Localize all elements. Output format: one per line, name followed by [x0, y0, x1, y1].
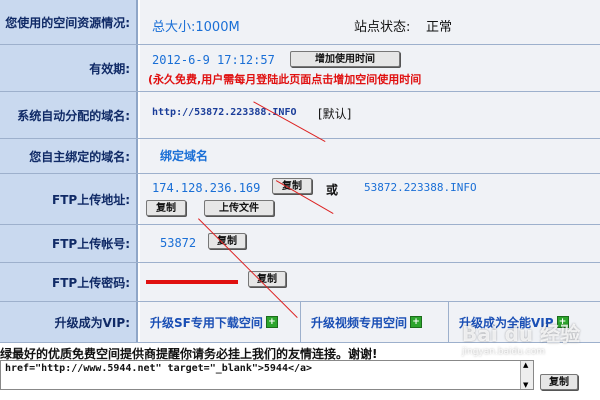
- code-textarea[interactable]: href="http://www.5944.net" target="_blan…: [0, 360, 534, 390]
- auto-domain-label: 系统自动分配的域名:: [0, 92, 138, 138]
- expiry-notice: (永久免费,用户需每月登陆此页面点击增加空间使用时间: [148, 73, 422, 86]
- copy-code-button[interactable]: 复制: [540, 374, 578, 390]
- ftp-password-label: FTP上传密码:: [0, 263, 138, 301]
- plus-icon: +: [265, 316, 278, 328]
- row-ftp-account: FTP上传帐号: 53872 复制: [0, 225, 600, 263]
- ftp-account-value: 53872: [160, 236, 197, 250]
- ftp-address-label: FTP上传地址:: [0, 174, 138, 224]
- password-redaction: [146, 280, 238, 284]
- scroll-down-icon[interactable]: ▼: [523, 381, 528, 389]
- textarea-scrollbar[interactable]: ▲ ▼: [520, 361, 533, 389]
- row-ftp-address: FTP上传地址: 174.128.236.169 复制 或 53872.2233…: [0, 174, 600, 225]
- expiry-value-cell: 2012-6-9 17:12:57 增加使用时间 (永久免费,用户需每月登陆此页…: [140, 45, 600, 91]
- ftp-address-value-cell: 174.128.236.169 复制 或 53872.223388.INFO 复…: [140, 174, 600, 224]
- row-bind-domain: 您自主绑定的域名: 绑定域名: [0, 139, 600, 174]
- scroll-up-icon[interactable]: ▲: [523, 361, 528, 369]
- expiry-label: 有效期:: [0, 45, 138, 91]
- ftp-ip: 174.128.236.169: [152, 181, 261, 195]
- status-label: 站点状态:: [354, 20, 411, 35]
- bind-domain-link[interactable]: 绑定域名: [160, 147, 208, 164]
- baidu-watermark: Bai du 经验 jingyan.baidu.com: [462, 322, 581, 357]
- ftp-account-label: FTP上传帐号:: [0, 225, 138, 262]
- usage-label: 您使用的空间资源情况:: [0, 0, 138, 44]
- bind-domain-label: 您自主绑定的域名:: [0, 139, 138, 173]
- status-value: 正常: [426, 20, 453, 35]
- code-text: href="http://www.5944.net" target="_blan…: [5, 363, 313, 374]
- ftp-password-value-cell: 复制: [140, 263, 600, 301]
- ftp-alt-domain: 53872.223388.INFO: [364, 181, 477, 194]
- row-expiry: 有效期: 2012-6-9 17:12:57 增加使用时间 (永久免费,用户需每…: [0, 45, 600, 92]
- total-size: 总大小:1000M: [152, 20, 240, 35]
- vip-option-sf[interactable]: 升级SF专用下载空间 +: [140, 302, 300, 342]
- add-time-button[interactable]: 增加使用时间: [290, 51, 400, 67]
- or-text: 或: [326, 183, 339, 197]
- vip-option-video[interactable]: 升级视频专用空间 +: [300, 302, 448, 342]
- expiry-date: 2012-6-9 17:12:57: [152, 53, 275, 67]
- row-ftp-password: FTP上传密码: 复制: [0, 263, 600, 302]
- usage-value-cell: 总大小:1000M 站点状态: 正常: [140, 0, 600, 44]
- bind-domain-value-cell: 绑定域名: [140, 139, 600, 173]
- default-tag: [默认]: [318, 107, 352, 121]
- copy-alt-button[interactable]: 复制: [146, 200, 186, 216]
- plus-icon: +: [410, 316, 423, 328]
- row-auto-domain: 系统自动分配的域名: http://53872.223388.INFO [默认]: [0, 92, 600, 139]
- upload-file-button[interactable]: 上传文件: [204, 200, 274, 216]
- row-usage: 您使用的空间资源情况: 总大小:1000M 站点状态: 正常: [0, 0, 600, 45]
- auto-domain-value-cell: http://53872.223388.INFO [默认]: [140, 92, 600, 138]
- vip-label: 升级成为VIP:: [0, 302, 138, 342]
